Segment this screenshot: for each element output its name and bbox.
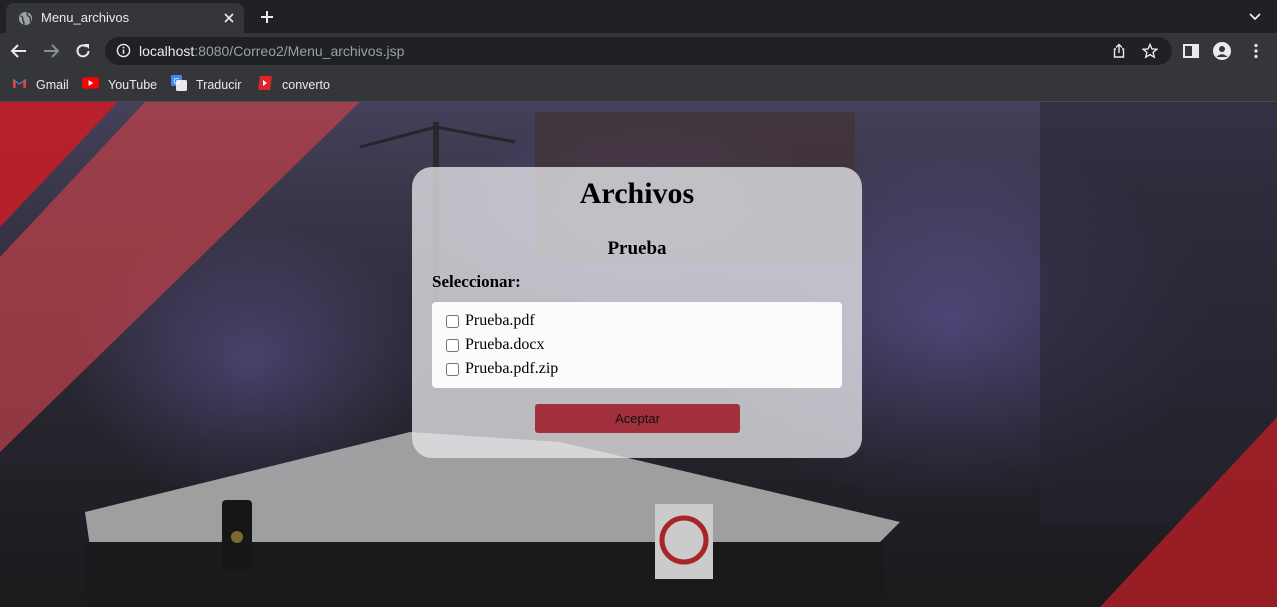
file-name: Prueba.pdf xyxy=(465,312,535,329)
page-title: Archivos xyxy=(579,177,695,210)
url-host: localhost xyxy=(139,43,195,59)
list-item[interactable]: Prueba.docx xyxy=(446,334,545,356)
tab-title: Menu_archivos xyxy=(41,10,130,25)
chevron-down-icon[interactable] xyxy=(1247,8,1263,24)
bookmark-traducir[interactable]: G Traducir xyxy=(171,74,242,96)
bookmark-label: Gmail xyxy=(36,78,69,92)
converto-icon xyxy=(257,75,273,96)
more-menu-icon[interactable] xyxy=(1247,42,1265,60)
file-checkbox[interactable] xyxy=(446,338,459,352)
browser-tab[interactable]: Menu_archivos xyxy=(6,3,244,33)
svg-text:G: G xyxy=(173,77,179,86)
accept-button[interactable]: Aceptar xyxy=(535,404,740,433)
file-name: Prueba.pdf.zip xyxy=(465,360,559,377)
folder-subtitle: Prueba xyxy=(607,238,667,259)
list-item[interactable]: Prueba.pdf xyxy=(446,310,535,332)
profile-avatar-icon[interactable] xyxy=(1213,42,1231,60)
bookmark-youtube[interactable]: YouTube xyxy=(82,77,157,93)
bookmarks-bar: Gmail YouTube G Traducir converto xyxy=(0,69,1277,102)
share-icon[interactable] xyxy=(1111,43,1127,59)
bookmark-gmail[interactable]: Gmail xyxy=(12,77,69,93)
url-text: localhost:8080/Correo2/Menu_archivos.jsp xyxy=(139,43,404,59)
file-list: Prueba.pdf Prueba.docx Prueba.pdf.zip xyxy=(432,302,842,388)
file-checkbox[interactable] xyxy=(446,314,459,328)
file-checkbox[interactable] xyxy=(446,362,459,376)
bookmark-label: converto xyxy=(282,78,330,92)
page-viewport: Archivos Prueba Seleccionar: Prueba.pdf … xyxy=(0,102,1277,607)
file-name: Prueba.docx xyxy=(465,336,545,353)
globe-icon xyxy=(18,11,33,31)
url-path: :8080/Correo2/Menu_archivos.jsp xyxy=(194,43,405,59)
bookmark-converto[interactable]: converto xyxy=(257,75,330,96)
bookmark-label: YouTube xyxy=(108,78,158,92)
translate-icon: G xyxy=(171,74,187,96)
browser-toolbar: localhost:8080/Correo2/Menu_archivos.jsp xyxy=(0,33,1277,69)
close-tab-icon[interactable] xyxy=(221,10,237,26)
new-tab-icon[interactable] xyxy=(258,8,276,26)
files-card: Archivos Prueba Seleccionar: Prueba.pdf … xyxy=(412,167,862,458)
tab-strip: Menu_archivos xyxy=(0,0,1277,33)
youtube-icon xyxy=(82,76,99,94)
list-item[interactable]: Prueba.pdf.zip xyxy=(446,358,558,380)
info-icon[interactable] xyxy=(116,43,131,63)
back-arrow-icon[interactable] xyxy=(10,42,28,60)
select-label: Seleccionar: xyxy=(432,272,521,291)
bookmark-star-icon[interactable] xyxy=(1141,42,1159,59)
side-panel-icon[interactable] xyxy=(1182,42,1200,60)
gmail-icon xyxy=(12,76,27,94)
bookmark-label: Traducir xyxy=(196,78,242,92)
forward-arrow-icon[interactable] xyxy=(42,42,60,60)
address-bar[interactable]: localhost:8080/Correo2/Menu_archivos.jsp xyxy=(105,37,1172,65)
reload-icon[interactable] xyxy=(74,42,92,60)
